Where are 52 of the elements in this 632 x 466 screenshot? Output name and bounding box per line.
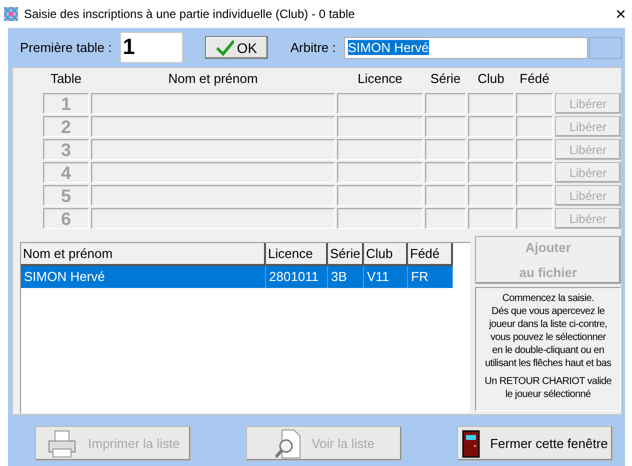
table-cell	[468, 208, 514, 229]
first-table-field[interactable]: 1	[120, 32, 183, 63]
table-cell	[468, 162, 514, 183]
referee-field[interactable]: SIMON Hervé	[344, 36, 588, 58]
table-cell	[425, 185, 466, 206]
column-header: Licence	[356, 70, 404, 88]
column-header: Nom et prénom	[167, 70, 259, 88]
table-cell	[516, 93, 553, 114]
column-header: Fédé	[518, 70, 550, 88]
column-header: Table	[49, 70, 83, 88]
door-icon	[462, 430, 480, 458]
table-cell	[425, 139, 466, 160]
column-header[interactable]: Fédé	[408, 243, 453, 266]
table-cell	[516, 116, 553, 137]
column-header: Club	[476, 70, 506, 88]
table-number: 1	[43, 93, 89, 114]
document-search-icon	[274, 428, 302, 458]
table-number: 6	[43, 208, 89, 229]
table-number: 3	[43, 139, 89, 160]
column-header[interactable]: Licence	[266, 243, 328, 266]
table-cell	[468, 139, 514, 160]
help-text: Commencez la saisie. Dés que vous apercevez le joueur dans la liste ci-contre, vous pouvez le sélectionner en le double-cliquant ou en utilisant les flêches haut et bas	[484, 292, 612, 370]
table-cell	[516, 208, 553, 229]
table-cell	[516, 162, 553, 183]
referee-label: Arbitre :	[290, 40, 336, 55]
first-table-label: Première table :	[20, 40, 112, 55]
window-title: Saisie des inscriptions à une partie individuelle (Club) - 0 table	[24, 7, 356, 21]
side-box	[589, 36, 622, 58]
column-header[interactable]: Série	[328, 243, 364, 266]
table-cell	[468, 116, 514, 137]
column-header[interactable]: Nom et prénom	[21, 243, 266, 266]
table-cell	[468, 93, 514, 114]
table-cell	[425, 93, 466, 114]
table-number: 5	[43, 185, 89, 206]
checkmark-icon	[216, 40, 234, 56]
close-button[interactable]: ×	[613, 5, 628, 23]
close-window-button[interactable]: Fermer cette fenêtre	[457, 426, 613, 461]
table-cell	[516, 185, 553, 206]
app-icon	[4, 7, 18, 21]
table-cell	[516, 139, 553, 160]
table-number: 4	[43, 162, 89, 183]
column-header: Série	[429, 70, 462, 88]
table-cell	[468, 185, 514, 206]
table-cell	[425, 162, 466, 183]
ok-button[interactable]: OK	[204, 36, 268, 59]
table-cell	[425, 116, 466, 137]
help-text: Un RETOUR CHARIOT valide le joueur sélectionné	[484, 375, 612, 401]
table-cell	[425, 208, 466, 229]
printer-icon	[46, 430, 78, 458]
column-header[interactable]: Club	[364, 243, 408, 266]
player-row[interactable]: SIMON Hervé 2801011 3B V11 FR	[21, 266, 453, 288]
table-number: 2	[43, 116, 89, 137]
